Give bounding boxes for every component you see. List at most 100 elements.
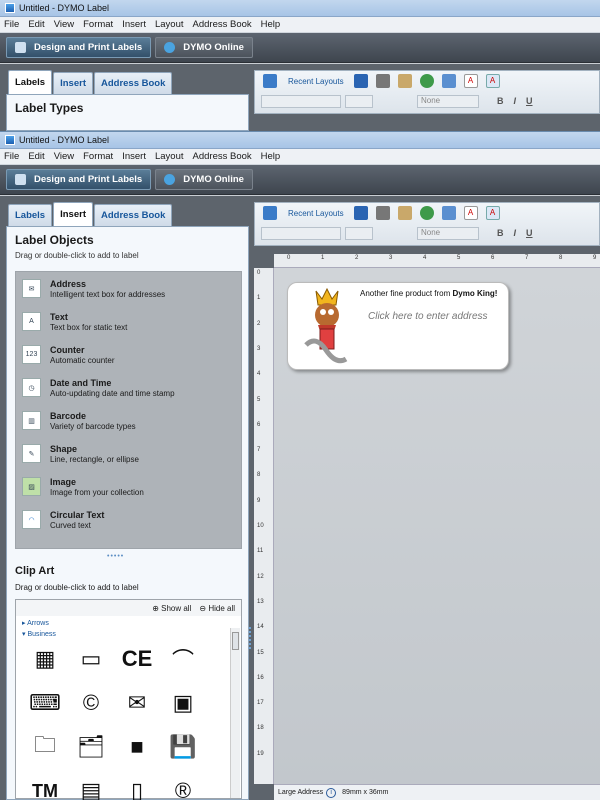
- splitter-grip[interactable]: •••••: [107, 553, 124, 560]
- mouse-clipart-icon[interactable]: ⌒: [160, 646, 206, 673]
- recent-layouts-icon[interactable]: [263, 74, 277, 88]
- object-image[interactable]: ▨ Image Image from your collection: [16, 470, 241, 503]
- menu-help[interactable]: Help: [261, 19, 281, 30]
- menu-format[interactable]: Format: [83, 151, 113, 162]
- bold-button[interactable]: B: [497, 228, 504, 238]
- left-pane: Labels Insert Address Book Label Types: [6, 70, 249, 131]
- dymo-online-label: DYMO Online: [183, 174, 244, 185]
- menu-edit[interactable]: Edit: [28, 151, 44, 162]
- main-window: Untitled - DYMO Label File Edit View Format…: [0, 131, 600, 800]
- text-highlight-icon[interactable]: A: [485, 206, 500, 220]
- object-name: Shape: [50, 443, 78, 454]
- label-preview[interactable]: Another fine product from Dymo King! Cli…: [287, 282, 509, 370]
- font-size-dropdown[interactable]: [345, 94, 373, 108]
- style-dropdown[interactable]: None: [417, 226, 479, 240]
- style-dropdown[interactable]: None: [417, 94, 479, 108]
- barcode-icon: ▥: [22, 411, 41, 430]
- category-arrows[interactable]: ▸ Arrows: [16, 616, 241, 630]
- tab-labels[interactable]: Labels: [8, 204, 53, 226]
- object-date-time[interactable]: ◷ Date and Time Auto-updating date and tim…: [16, 371, 241, 404]
- show-all-link[interactable]: ⊕ Show all: [152, 604, 191, 613]
- text-highlight-icon[interactable]: A: [485, 74, 500, 88]
- object-address[interactable]: ✉ Address Intelligent text box for address…: [16, 272, 241, 305]
- font-size-dropdown[interactable]: [345, 226, 373, 240]
- insert-image-icon[interactable]: [441, 206, 456, 220]
- save-icon[interactable]: [353, 206, 368, 220]
- floppy-clipart-icon[interactable]: 💾: [160, 734, 206, 760]
- menu-address-book[interactable]: Address Book: [193, 151, 252, 162]
- design-print-button[interactable]: Design and Print Labels: [6, 169, 152, 190]
- folders-clipart-icon[interactable]: 🗂: [68, 734, 114, 760]
- laptop-clipart-icon[interactable]: ▣: [160, 690, 206, 716]
- text-color-icon[interactable]: A: [463, 74, 478, 88]
- menu-file[interactable]: File: [4, 19, 19, 30]
- object-barcode[interactable]: ▥ Barcode Variety of barcode types: [16, 404, 241, 437]
- font-family-dropdown[interactable]: [261, 94, 341, 108]
- paste-icon[interactable]: [397, 74, 412, 88]
- ruler-v-tick: 17: [257, 700, 264, 707]
- trademark-clipart-icon[interactable]: TM: [22, 778, 68, 800]
- menu-file[interactable]: File: [4, 151, 19, 162]
- save-icon[interactable]: [353, 74, 368, 88]
- menu-layout[interactable]: Layout: [155, 19, 184, 30]
- address-placeholder[interactable]: Click here to enter address: [368, 311, 488, 322]
- recent-layouts-button[interactable]: Recent Layouts: [288, 209, 344, 218]
- menu-format[interactable]: Format: [83, 19, 113, 30]
- print-icon[interactable]: [375, 206, 390, 220]
- recent-layouts-button[interactable]: Recent Layouts: [288, 77, 344, 86]
- italic-button[interactable]: I: [514, 228, 517, 238]
- info-icon[interactable]: i: [326, 787, 337, 798]
- black-folder-clipart-icon[interactable]: ■: [114, 734, 160, 760]
- menu-view[interactable]: View: [54, 19, 74, 30]
- underline-button[interactable]: U: [526, 228, 533, 238]
- paste-icon[interactable]: [397, 206, 412, 220]
- object-shape[interactable]: ✎ Shape Line, rectangle, or ellipse: [16, 437, 241, 470]
- chart-clipart-icon[interactable]: ▦: [22, 646, 68, 672]
- open-folder-clipart-icon[interactable]: 🗀: [22, 732, 68, 760]
- object-circular-text[interactable]: ◠ Circular Text Curved text: [16, 503, 241, 536]
- label-canvas[interactable]: Another fine product from Dymo King! Cli…: [274, 268, 600, 784]
- ruler-h-tick: 9: [593, 255, 597, 261]
- object-text[interactable]: A Text Text box for static text: [16, 305, 241, 338]
- underline-button[interactable]: U: [526, 96, 533, 106]
- tab-address-book[interactable]: Address Book: [93, 72, 173, 94]
- dymo-online-button[interactable]: DYMO Online: [155, 169, 253, 190]
- tab-labels[interactable]: Labels: [8, 70, 53, 94]
- documents-clipart-icon[interactable]: ▤: [68, 778, 114, 800]
- undo-icon[interactable]: [419, 206, 434, 220]
- italic-button[interactable]: I: [514, 96, 517, 106]
- envelope-clipart-icon[interactable]: ✉: [114, 690, 160, 716]
- design-print-button[interactable]: Design and Print Labels: [6, 37, 152, 58]
- hide-all-link[interactable]: ⊖ Hide all: [199, 604, 235, 613]
- scroll-thumb[interactable]: [232, 632, 239, 650]
- tab-insert[interactable]: Insert: [53, 72, 93, 94]
- keyboard-clipart-icon[interactable]: ⌨: [22, 690, 68, 716]
- ce-mark-clipart-icon[interactable]: CE: [114, 646, 160, 672]
- font-family-dropdown[interactable]: [261, 226, 341, 240]
- tab-address-book[interactable]: Address Book: [93, 204, 173, 226]
- category-business[interactable]: ▾ Business: [16, 630, 241, 641]
- document-clipart-icon[interactable]: ▯: [114, 778, 160, 800]
- menu-edit[interactable]: Edit: [28, 19, 44, 30]
- menu-insert[interactable]: Insert: [122, 151, 146, 162]
- bold-button[interactable]: B: [497, 96, 504, 106]
- copyright-clipart-icon[interactable]: ©: [68, 690, 114, 716]
- menu-layout[interactable]: Layout: [155, 151, 184, 162]
- recent-layouts-icon[interactable]: [263, 206, 277, 220]
- insert-image-icon[interactable]: [441, 74, 456, 88]
- pane-resize-grip[interactable]: [249, 627, 252, 649]
- menu-help[interactable]: Help: [261, 151, 281, 162]
- folder-outline-clipart-icon[interactable]: ▭: [68, 646, 114, 672]
- clip-art-scrollbar[interactable]: [230, 628, 240, 798]
- menu-insert[interactable]: Insert: [122, 19, 146, 30]
- menu-view[interactable]: View: [54, 151, 74, 162]
- menu-address-book[interactable]: Address Book: [193, 19, 252, 30]
- dymo-online-button[interactable]: DYMO Online: [155, 37, 253, 58]
- registered-clipart-icon[interactable]: ®: [160, 778, 206, 800]
- undo-icon[interactable]: [419, 74, 434, 88]
- dymo-king-logo: [304, 287, 348, 364]
- tab-insert[interactable]: Insert: [53, 202, 93, 226]
- print-icon[interactable]: [375, 74, 390, 88]
- object-counter[interactable]: 123 Counter Automatic counter: [16, 338, 241, 371]
- text-color-icon[interactable]: A: [463, 206, 478, 220]
